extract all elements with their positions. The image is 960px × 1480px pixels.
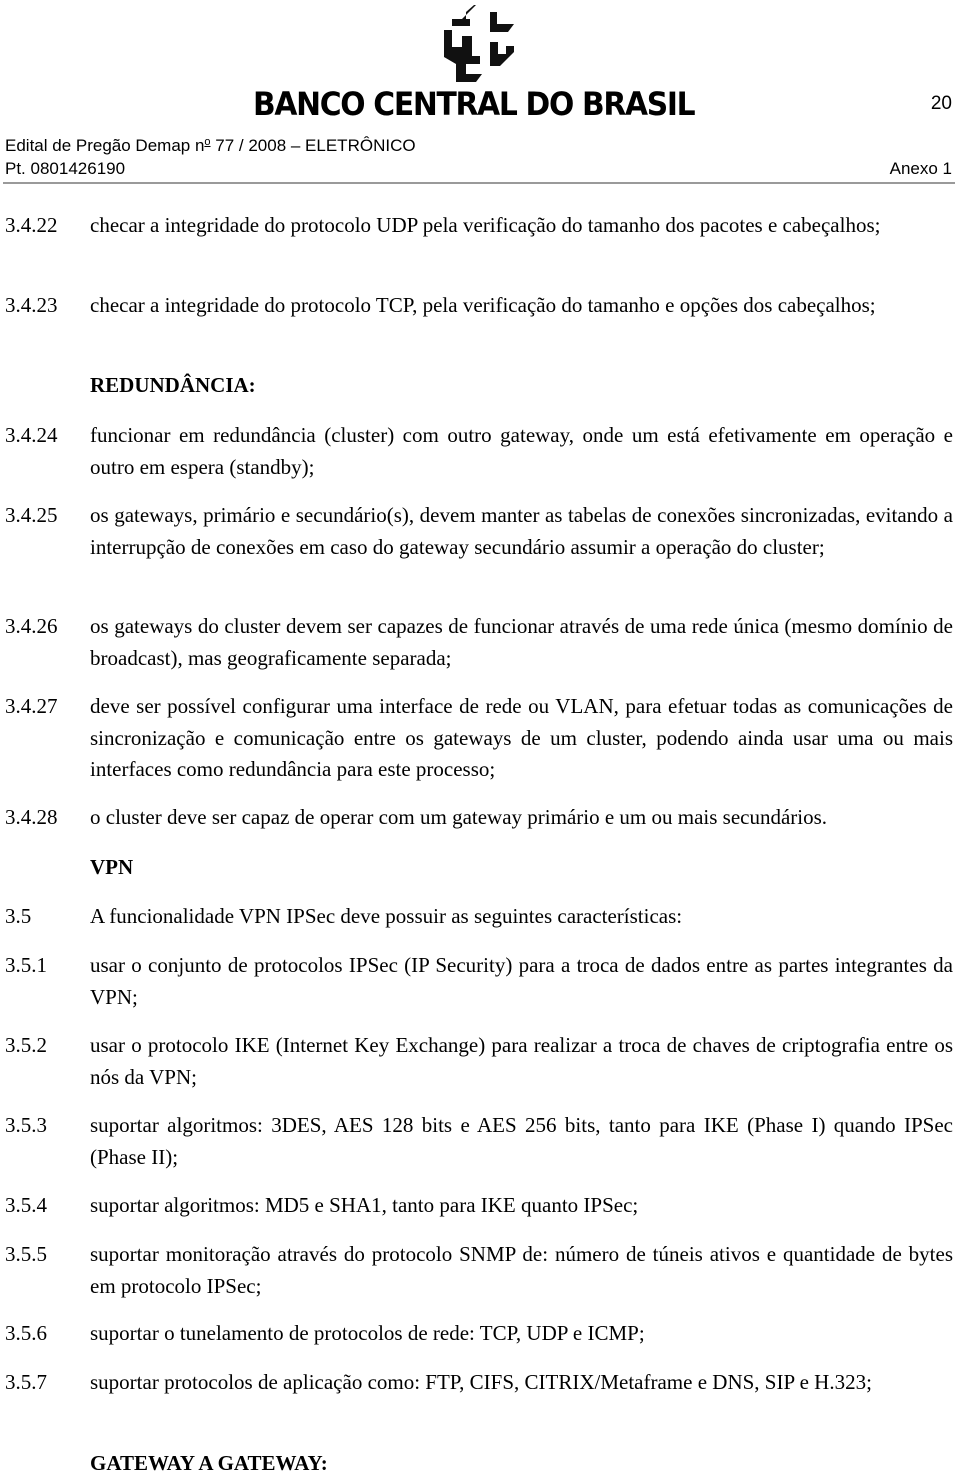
clause-text: usar o conjunto de protocolos IPSec (IP … [90,953,953,1009]
clause-text: usar o protocolo IKE (Internet Key Excha… [90,1033,953,1089]
clause-text: funcionar em redundância (cluster) com o… [90,423,953,479]
clause-number: 3.5.3 [5,1113,47,1137]
clause-number: 3.5.4 [5,1193,47,1217]
edital-title: Edital de Pregão Demap no 77 / 2008 – EL… [5,136,416,156]
clause-number: 3.4.24 [5,423,58,447]
clause-text: A funcionalidade VPN IPSec deve possuir … [90,904,683,928]
header-divider [3,182,955,184]
brand-name: BANCO CENTRAL DO BRASIL [253,85,696,123]
clause-number: 3.5.6 [5,1321,47,1345]
clause-text: suportar algoritmos: MD5 e SHA1, tanto p… [90,1193,639,1217]
clause-number: 3.5.5 [5,1242,47,1266]
clause-text: suportar o tunelamento de protocolos de … [90,1321,645,1345]
edital-suffix: 77 / 2008 – ELETRÔNICO [210,136,416,155]
clause-text: o cluster deve ser capaz de operar com u… [90,805,828,829]
clause-text: deve ser possível configurar uma interfa… [90,694,953,781]
clause-number: 3.5.7 [5,1370,47,1394]
clause-text: checar a integridade do protocolo TCP, p… [90,293,876,317]
annex-label: Anexo 1 [889,159,952,178]
protocol-number: Pt. 0801426190 [5,159,126,178]
clause-number: 3.4.25 [5,503,58,527]
clause-text: suportar protocolos de aplicação como: F… [90,1370,872,1394]
clause-number: 3.4.22 [5,213,58,237]
clause-number: 3.4.27 [5,694,58,718]
banco-central-logo-icon [444,5,514,82]
clause-number: 3.4.26 [5,614,58,638]
clause-text: suportar algoritmos: 3DES, AES 128 bits … [90,1113,953,1169]
page-number: 20 [930,93,952,114]
clause-number: 3.4.23 [5,293,58,317]
clause-number: 3.5.2 [5,1033,47,1057]
clause-text: os gateways, primário e secundário(s), d… [90,503,953,559]
clause-number: 3.5 [5,904,32,928]
clause-text: suportar monitoração através do protocol… [90,1242,953,1298]
clause-number: 3.4.28 [5,805,58,829]
heading-vpn: VPN [90,855,134,879]
clause-text: checar a integridade do protocolo UDP pe… [90,213,881,237]
heading-redundancia: REDUNDÂNCIA: [90,373,256,397]
clause-number: 3.5.1 [5,953,47,977]
edital-prefix: Edital de Pregão Demap n [5,136,205,155]
clause-text: os gateways do cluster devem ser capazes… [90,614,953,670]
